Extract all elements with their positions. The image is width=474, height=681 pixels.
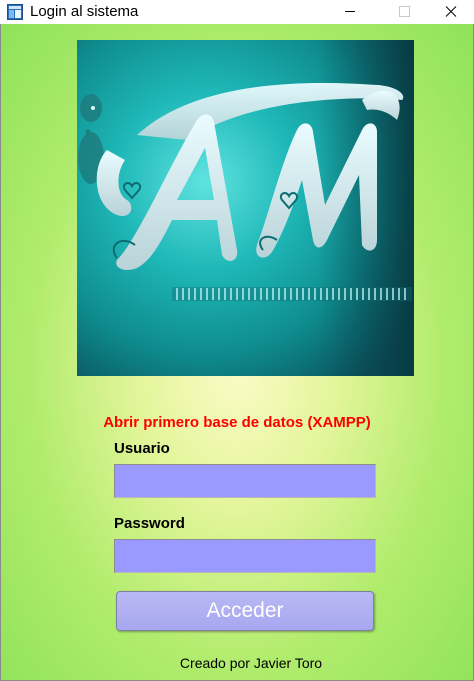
- usuario-field[interactable]: [114, 464, 376, 498]
- database-warning-text: Abrir primero base de datos (XAMPP): [103, 414, 371, 431]
- login-window: Login al sistema Abrir primero base de d…: [0, 0, 474, 681]
- minimize-button[interactable]: [327, 0, 373, 24]
- title-bar[interactable]: Login al sistema: [0, 0, 474, 24]
- close-icon: [445, 6, 457, 17]
- maximize-icon: [399, 6, 410, 17]
- credit-text: Creado por Javier Toro: [179, 655, 323, 671]
- password-field[interactable]: [114, 539, 376, 573]
- password-label: Password: [114, 515, 185, 532]
- usuario-label: Usuario: [114, 440, 170, 457]
- maximize-button[interactable]: [381, 0, 427, 24]
- close-button[interactable]: [428, 0, 474, 24]
- window-border-left: [0, 24, 1, 681]
- window-title: Login al sistema: [30, 3, 139, 20]
- app-window-icon: [7, 4, 23, 20]
- acceder-button[interactable]: Acceder: [116, 591, 374, 631]
- am-logo-graphic: [77, 40, 414, 376]
- am-logo-image: [77, 40, 414, 376]
- minimize-icon: [345, 11, 355, 12]
